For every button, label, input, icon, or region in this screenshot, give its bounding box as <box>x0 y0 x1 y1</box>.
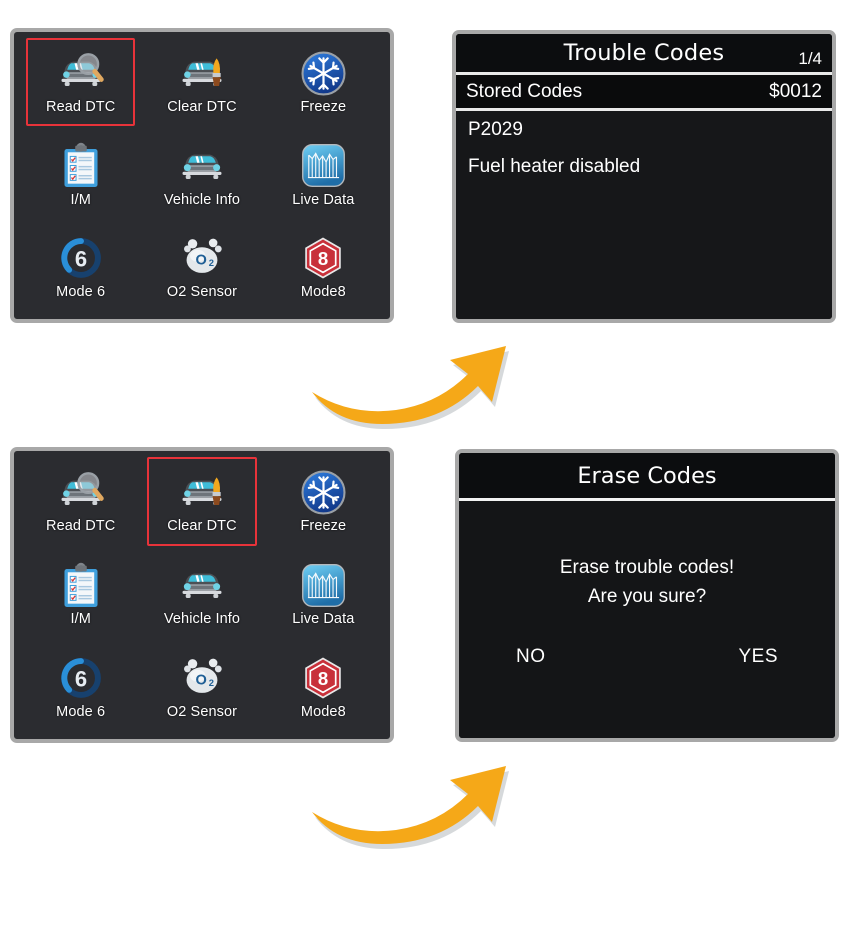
menu-item-label: Live Data <box>292 611 355 628</box>
svg-text:8: 8 <box>318 667 328 688</box>
device-screen-trouble-codes: Trouble Codes 1/4 Stored Codes $0012 P20… <box>452 30 836 323</box>
clipboard-checklist-icon <box>55 560 107 610</box>
menu-item-label: Clear DTC <box>167 99 237 116</box>
menu-item-mode8[interactable]: 8 Mode8 <box>263 221 384 313</box>
device-screen-menu-step-2: Read DTC Clear DTC Freeze I/M Vehicle In… <box>10 447 394 743</box>
car-magnifier-icon <box>55 467 107 517</box>
main-menu-grid-2: Read DTC Clear DTC Freeze I/M Vehicle In… <box>14 451 390 739</box>
menu-item-label: Vehicle Info <box>163 191 241 208</box>
menu-item-mode8[interactable]: 8 Mode8 <box>263 640 384 733</box>
page-title: Trouble Codes <box>563 40 725 66</box>
menu-item-label: Mode 6 <box>56 283 106 300</box>
confirm-message-line-1: Erase trouble codes! <box>559 557 735 578</box>
menu-item-freeze[interactable]: Freeze <box>263 455 384 548</box>
dtc-description: Fuel heater disabled <box>468 155 641 177</box>
svg-text:6: 6 <box>75 246 87 271</box>
dtc-code: P2029 <box>468 119 523 140</box>
erase-codes-dialog: Erase Codes Erase trouble codes! Are you… <box>459 453 835 738</box>
hexagon-eight-icon: 8 <box>297 653 349 703</box>
menu-item-label: Freeze <box>300 518 347 535</box>
waveform-graph-icon <box>297 560 349 610</box>
o2-molecule-icon: O 2 <box>176 653 228 703</box>
svg-text:8: 8 <box>318 248 328 269</box>
erase-codes-title-bar: Erase Codes <box>459 453 835 501</box>
svg-text:6: 6 <box>75 666 87 691</box>
circle-six-icon: 6 <box>55 653 107 703</box>
flow-arrow-read-dtc <box>310 332 516 432</box>
no-button[interactable]: NO <box>516 646 546 668</box>
menu-item-im[interactable]: I/M <box>20 128 141 220</box>
menu-item-label: Vehicle Info <box>163 611 241 628</box>
menu-item-freeze[interactable]: Freeze <box>263 36 384 128</box>
circle-six-icon: 6 <box>55 233 107 283</box>
car-front-icon <box>176 141 228 191</box>
erase-codes-actions: NO YES <box>459 612 835 668</box>
trouble-codes-panel: Trouble Codes 1/4 Stored Codes $0012 P20… <box>456 34 832 319</box>
menu-item-label: Clear DTC <box>167 518 237 535</box>
menu-item-label: I/M <box>70 191 91 208</box>
stored-codes-value: $0012 <box>769 80 822 102</box>
confirm-message-line-2: Are you sure? <box>587 586 707 608</box>
menu-item-label: O2 Sensor <box>166 283 238 300</box>
menu-item-mode-6[interactable]: 6 Mode 6 <box>20 640 141 733</box>
menu-item-read-dtc[interactable]: Read DTC <box>20 455 141 548</box>
hexagon-eight-icon: 8 <box>297 233 349 283</box>
menu-item-label: Read DTC <box>46 99 116 116</box>
menu-item-label: Freeze <box>300 99 347 116</box>
clipboard-checklist-icon <box>55 141 107 191</box>
car-brush-icon <box>176 467 228 517</box>
device-screen-menu-step-1: Read DTC Clear DTC Freeze I/M Vehicle In… <box>10 28 394 323</box>
stored-codes-label: Stored Codes <box>466 80 583 102</box>
svg-text:2: 2 <box>209 257 214 268</box>
trouble-codes-list: P2029 Fuel heater disabled <box>456 111 832 319</box>
page-indicator: 1/4 <box>798 49 822 68</box>
snowflake-icon <box>297 48 349 98</box>
menu-item-live-data[interactable]: Live Data <box>263 128 384 220</box>
menu-item-label: Mode8 <box>300 283 346 300</box>
waveform-graph-icon <box>297 141 349 191</box>
svg-text:2: 2 <box>209 677 214 688</box>
flow-arrow-clear-dtc <box>310 752 516 852</box>
main-menu-grid-1: Read DTC Clear DTC Freeze I/M Vehicle In… <box>14 32 390 319</box>
stored-codes-row[interactable]: Stored Codes $0012 <box>456 75 832 111</box>
menu-item-clear-dtc[interactable]: Clear DTC <box>141 455 262 548</box>
page-title: Erase Codes <box>577 462 717 489</box>
menu-item-vehicle-info[interactable]: Vehicle Info <box>141 128 262 220</box>
o2-molecule-icon: O 2 <box>176 233 228 283</box>
device-screen-erase-codes: Erase Codes Erase trouble codes! Are you… <box>455 449 839 742</box>
menu-item-live-data[interactable]: Live Data <box>263 548 384 641</box>
svg-text:O: O <box>195 673 206 689</box>
menu-item-label: Read DTC <box>46 518 116 535</box>
menu-item-read-dtc[interactable]: Read DTC <box>20 36 141 128</box>
menu-item-o2-sensor[interactable]: O 2 O2 Sensor <box>141 221 262 313</box>
menu-item-o2-sensor[interactable]: O 2 O2 Sensor <box>141 640 262 733</box>
menu-item-mode-6[interactable]: 6 Mode 6 <box>20 221 141 313</box>
car-magnifier-icon <box>55 48 107 98</box>
menu-item-clear-dtc[interactable]: Clear DTC <box>141 36 262 128</box>
menu-item-label: I/M <box>70 611 91 628</box>
trouble-codes-title-bar: Trouble Codes 1/4 <box>456 34 832 75</box>
car-brush-icon <box>176 48 228 98</box>
menu-item-label: Mode8 <box>300 703 346 720</box>
erase-codes-body: Erase trouble codes! Are you sure? NO YE… <box>459 501 835 738</box>
car-front-icon <box>176 560 228 610</box>
menu-item-im[interactable]: I/M <box>20 548 141 641</box>
yes-button[interactable]: YES <box>738 646 778 668</box>
menu-item-label: Live Data <box>292 191 355 208</box>
menu-item-label: O2 Sensor <box>166 703 238 720</box>
menu-item-vehicle-info[interactable]: Vehicle Info <box>141 548 262 641</box>
menu-item-label: Mode 6 <box>56 703 106 720</box>
svg-text:O: O <box>195 253 206 269</box>
snowflake-icon <box>297 467 349 517</box>
